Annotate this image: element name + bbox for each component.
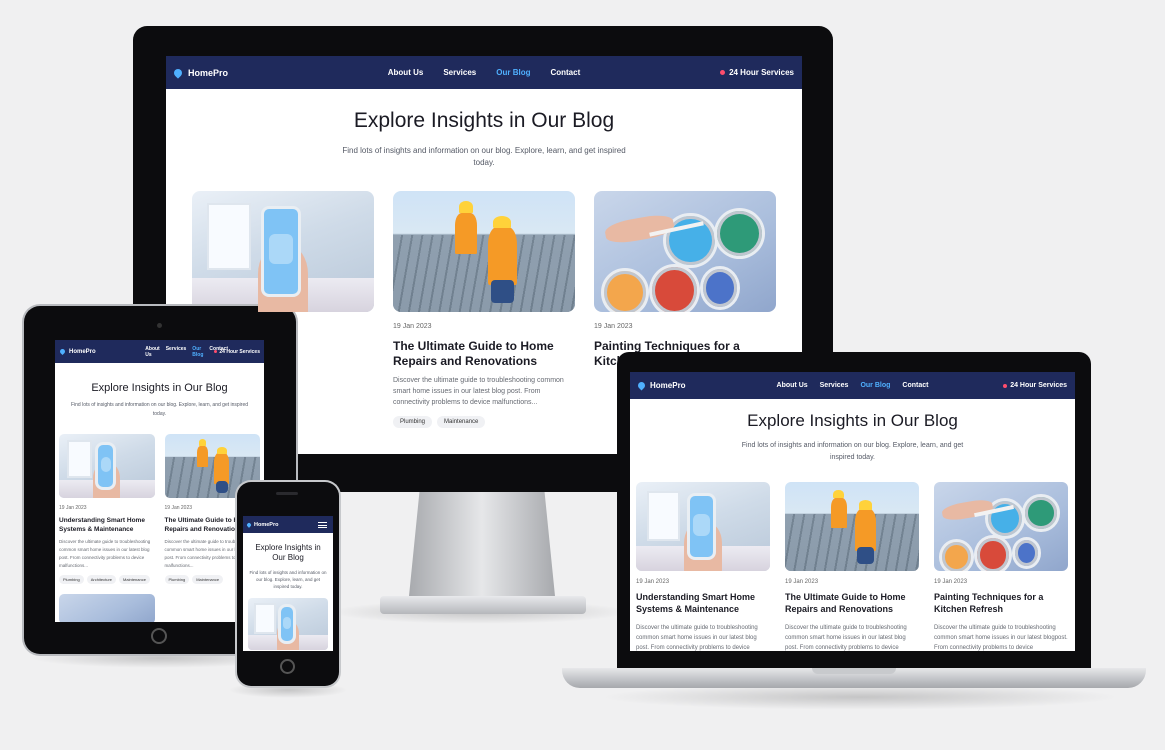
blog-card[interactable]: 19 Jan 2023 The Ultimate Guide to Home R… — [393, 191, 575, 428]
blog-card-grid: 19 Jan 2023 Understanding Smart Home Sys… — [630, 482, 1075, 651]
nav-link-blog[interactable]: Our Blog — [496, 68, 530, 77]
phone-screen: HomePro Explore Insights in Our Blog Fin… — [243, 516, 333, 651]
nav-link-about[interactable]: About Us — [388, 68, 424, 77]
post-title[interactable]: The Ultimate Guide to Home Repairs and R… — [393, 339, 575, 369]
post-date: 19 Jan 2023 — [59, 505, 87, 511]
tablet-screen: HomePro About Us Services Our Blog Conta… — [55, 340, 264, 622]
tablet-navbar: HomePro About Us Services Our Blog Conta… — [55, 340, 264, 363]
post-excerpt: Discover the ultimate guide to troublesh… — [636, 625, 758, 651]
brand-name: HomePro — [188, 67, 229, 78]
blog-card[interactable]: 19 Jan 2023 Understanding Smart Home Sys… — [59, 434, 155, 622]
post-date: 19 Jan 2023 — [636, 579, 670, 585]
smart-home-phone-image — [192, 191, 374, 312]
blog-card-grid: 19 Jan 2023 Understanding Smart Home Sys… — [55, 434, 264, 622]
brand-logo[interactable]: HomePro — [636, 380, 686, 391]
tag-chip[interactable]: Maintenance — [119, 575, 150, 584]
cta-24h-services[interactable]: 24 Hour Services — [214, 349, 260, 355]
house-pin-icon — [636, 380, 647, 391]
monitor-stand-neck — [408, 488, 556, 606]
nav-links: About Us Services Our Blog Contact — [777, 382, 929, 389]
house-pin-icon — [172, 66, 184, 79]
hamburger-menu-icon[interactable] — [318, 521, 327, 528]
nav-link-contact[interactable]: Contact — [550, 68, 580, 77]
page-title: Explore Insights in Our Blog — [353, 109, 615, 132]
post-date: 19 Jan 2023 — [393, 323, 432, 330]
brand-logo[interactable]: HomePro — [58, 347, 96, 356]
blog-card[interactable]: 19 Jan 2023 Understanding Smart Home Sys… — [636, 482, 770, 651]
post-tags: Plumbing Maintenance — [393, 416, 575, 428]
tag-chip[interactable]: Maintenance — [437, 416, 486, 428]
brand-logo[interactable]: HomePro — [172, 66, 229, 79]
post-date: 19 Jan 2023 — [934, 579, 968, 585]
monitor-stand-foot — [380, 596, 586, 614]
post-title[interactable]: Understanding Smart Home Systems & Maint… — [59, 516, 155, 534]
laptop-screen: HomePro About Us Services Our Blog Conta… — [630, 372, 1075, 651]
tablet-home-button[interactable] — [151, 628, 167, 644]
cta-24h-services[interactable]: 24 Hour Services — [1003, 382, 1067, 389]
roof-workers-image — [785, 482, 919, 571]
house-pin-icon — [246, 521, 252, 528]
tag-chip[interactable]: Maintenance — [192, 575, 224, 584]
blog-card[interactable]: 19 Jan 2023 The Ultimate Guide to Home R… — [785, 482, 919, 651]
nav-link-contact[interactable]: Contact — [902, 382, 928, 389]
post-excerpt: Discover the ultimate guide to troublesh… — [393, 377, 564, 406]
smart-home-phone-image — [636, 482, 770, 571]
post-excerpt: Discover the ultimate guide to troublesh… — [59, 539, 151, 568]
monitor-navbar: HomePro About Us Services Our Blog Conta… — [166, 56, 802, 89]
page-title: Explore Insights in Our Blog — [91, 382, 228, 394]
paint-cans-image — [59, 594, 155, 622]
tag-chip[interactable]: Architecture — [86, 575, 117, 584]
cta-24h-services[interactable]: 24 Hour Services — [720, 68, 794, 77]
post-title[interactable]: The Ultimate Guide to Home Repairs and R… — [785, 591, 919, 615]
nav-link-services[interactable]: Services — [820, 382, 849, 389]
paint-cans-image — [594, 191, 776, 312]
post-tags: Plumbing Architecture Maintenance — [59, 575, 155, 584]
post-title[interactable]: Painting Techniques for a Kitchen Refres… — [934, 591, 1068, 615]
brand-logo[interactable]: HomePro — [246, 521, 278, 528]
laptop-navbar: HomePro About Us Services Our Blog Conta… — [630, 372, 1075, 399]
nav-link-about[interactable]: About Us — [145, 346, 159, 358]
page-subtitle: Find lots of insights and information on… — [70, 402, 249, 417]
post-date: 19 Jan 2023 — [785, 579, 819, 585]
tag-chip[interactable]: Plumbing — [59, 575, 84, 584]
post-date: 19 Jan 2023 — [594, 323, 633, 330]
smart-home-phone-image — [248, 598, 328, 650]
page-subtitle: Find lots of insights and information on… — [342, 146, 626, 167]
camera-icon — [157, 323, 162, 328]
blog-card[interactable] — [243, 598, 333, 650]
tag-chip[interactable]: Plumbing — [164, 575, 190, 584]
paint-cans-image — [934, 482, 1068, 571]
nav-link-about[interactable]: About Us — [777, 382, 808, 389]
blog-card[interactable]: 19 Jan 2023 Painting Techniques for a Ki… — [934, 482, 1068, 651]
roof-workers-image — [393, 191, 575, 312]
page-title: Explore Insights in Our Blog — [747, 411, 958, 430]
page-subtitle: Find lots of insights and information on… — [741, 442, 964, 461]
nav-link-services[interactable]: Services — [443, 68, 476, 77]
status-dot-icon — [720, 70, 726, 75]
tag-chip[interactable]: Plumbing — [393, 416, 433, 428]
nav-link-blog[interactable]: Our Blog — [192, 346, 203, 358]
status-dot-icon — [214, 350, 218, 353]
post-excerpt: Discover the ultimate guide to troublesh… — [934, 625, 1068, 651]
smart-home-phone-image — [59, 434, 155, 498]
phone-home-button[interactable] — [280, 659, 295, 674]
nav-link-services[interactable]: Services — [166, 346, 187, 358]
phone-navbar: HomePro — [243, 516, 333, 533]
nav-links: About Us Services Our Blog Contact — [388, 68, 580, 77]
post-title[interactable]: Understanding Smart Home Systems & Maint… — [636, 591, 770, 615]
page-title: Explore Insights in Our Blog — [255, 543, 321, 562]
page-subtitle: Find lots of insights and information on… — [249, 570, 327, 589]
post-excerpt: Discover the ultimate guide to troublesh… — [785, 625, 907, 651]
house-pin-icon — [58, 347, 67, 356]
status-dot-icon — [1003, 383, 1008, 388]
nav-link-blog[interactable]: Our Blog — [860, 382, 890, 389]
